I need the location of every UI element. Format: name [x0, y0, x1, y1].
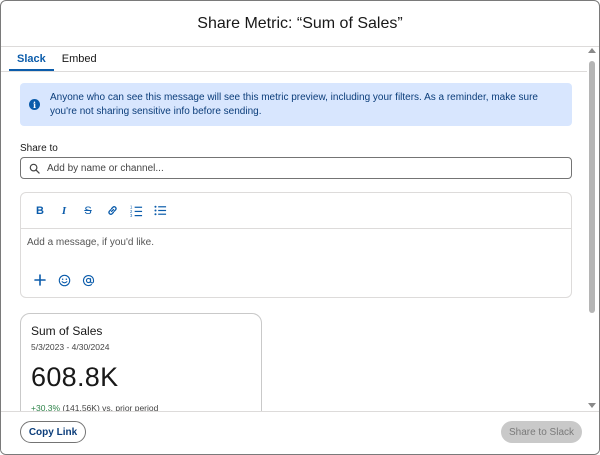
search-icon — [27, 161, 41, 175]
info-banner-text: Anyone who can see this message will see… — [50, 91, 538, 117]
numbered-list-icon[interactable]: 123 — [129, 204, 143, 218]
scroll-up-arrow-icon[interactable] — [588, 48, 596, 53]
mention-icon[interactable] — [81, 273, 95, 287]
bold-icon[interactable]: B — [33, 204, 47, 218]
modal-header: Share Metric: “Sum of Sales” — [1, 1, 599, 47]
strikethrough-icon[interactable]: S — [81, 204, 95, 218]
modal-scrollbar[interactable] — [586, 45, 598, 411]
italic-icon[interactable]: I — [57, 204, 71, 218]
modal-body[interactable]: i Anyone who can see this message will s… — [1, 73, 587, 411]
copy-link-button[interactable]: Copy Link — [20, 421, 86, 443]
formatting-toolbar: B I S 123 — [21, 193, 571, 229]
info-banner: i Anyone who can see this message will s… — [20, 83, 572, 126]
tab-bar: Slack Embed — [1, 47, 587, 72]
metric-value: 608.8K — [31, 362, 119, 392]
metric-name: Sum of Sales — [31, 324, 103, 338]
share-to-field[interactable] — [20, 157, 572, 179]
metric-date-range: 5/3/2023 - 4/30/2024 — [31, 342, 110, 352]
bulleted-list-icon[interactable] — [153, 204, 167, 218]
message-composer: B I S 123 — [20, 192, 572, 298]
modal-footer: Copy Link Share to Slack — [1, 411, 599, 454]
message-input[interactable] — [27, 237, 565, 257]
share-to-slack-button[interactable]: Share to Slack — [501, 421, 582, 443]
share-to-input[interactable] — [47, 162, 571, 174]
scroll-down-arrow-icon[interactable] — [588, 403, 596, 408]
tab-embed[interactable]: Embed — [54, 53, 105, 71]
share-to-label: Share to — [20, 143, 58, 154]
share-metric-modal: Share Metric: “Sum of Sales” Slack Embed… — [0, 0, 600, 455]
modal-title: Share Metric: “Sum of Sales” — [197, 14, 403, 32]
tab-slack[interactable]: Slack — [9, 53, 54, 71]
metric-change-detail: (141.56K) vs. prior period — [62, 403, 159, 411]
info-icon: i — [29, 99, 40, 110]
scrollbar-thumb[interactable] — [589, 61, 595, 313]
metric-change: +30.3% (141.56K) vs. prior period — [31, 403, 251, 411]
composer-actions — [33, 273, 95, 287]
svg-text:3: 3 — [130, 213, 133, 217]
link-icon[interactable] — [105, 204, 119, 218]
metric-change-percent: +30.3% — [31, 403, 61, 411]
plus-icon[interactable] — [33, 273, 47, 287]
emoji-icon[interactable] — [57, 273, 71, 287]
metric-preview-card: Sum of Sales 5/3/2023 - 4/30/2024 608.8K… — [20, 313, 262, 411]
